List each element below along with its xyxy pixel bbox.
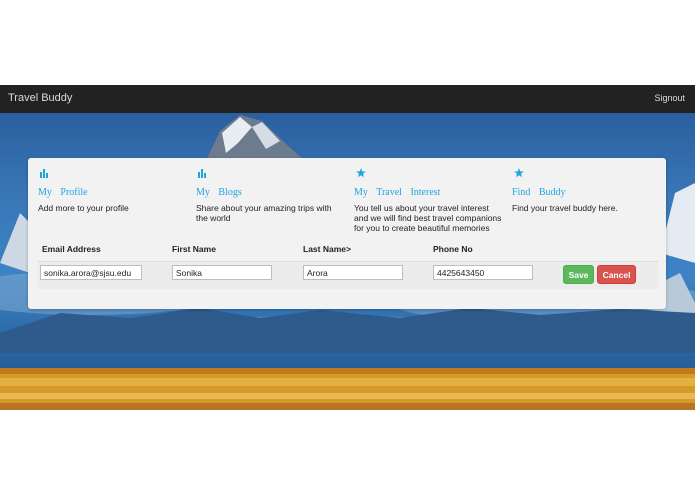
header-phone: Phone No [433,244,473,254]
feature-title[interactable]: My Profile [38,187,186,198]
bar-chart-icon [198,169,206,178]
feature-description: Share about your amazing trips with the … [196,203,332,223]
feature-description: You tell us about your travel interest a… [354,203,502,233]
header-first-name: First Name [172,244,216,254]
feature-description: Add more to your profile [38,203,129,213]
star-icon [356,168,366,178]
page: Travel Buddy Signout My Profile Add more… [0,0,695,494]
feature-my-profile[interactable]: My Profile Add more to your profile [38,168,186,213]
bar-chart-icon [40,169,48,178]
save-button[interactable]: Save [563,265,594,284]
feature-description: Find your travel buddy here. [512,203,618,213]
email-field[interactable] [40,265,142,280]
feature-my-travel-interest[interactable]: My Travel Interest You tell us about you… [354,168,502,233]
profile-panel: My Profile Add more to your profile My B… [28,158,666,309]
feature-find-buddy[interactable]: Find Buddy Find your travel buddy here. [512,168,660,213]
last-name-field[interactable] [303,265,403,280]
signout-link[interactable]: Signout [654,93,685,103]
feature-title[interactable]: Find Buddy [512,187,660,198]
star-icon [514,168,524,178]
phone-field[interactable] [433,265,533,280]
top-navbar: Travel Buddy Signout [0,85,695,113]
brand-title[interactable]: Travel Buddy [8,92,72,104]
header-email: Email Address [42,244,101,254]
cancel-button[interactable]: Cancel [597,265,636,284]
header-last-name: Last Name> [303,244,351,254]
feature-title[interactable]: My Blogs [196,187,344,198]
first-name-field[interactable] [172,265,272,280]
feature-title[interactable]: My Travel Interest [354,187,502,198]
feature-my-blogs[interactable]: My Blogs Share about your amazing trips … [196,168,344,223]
